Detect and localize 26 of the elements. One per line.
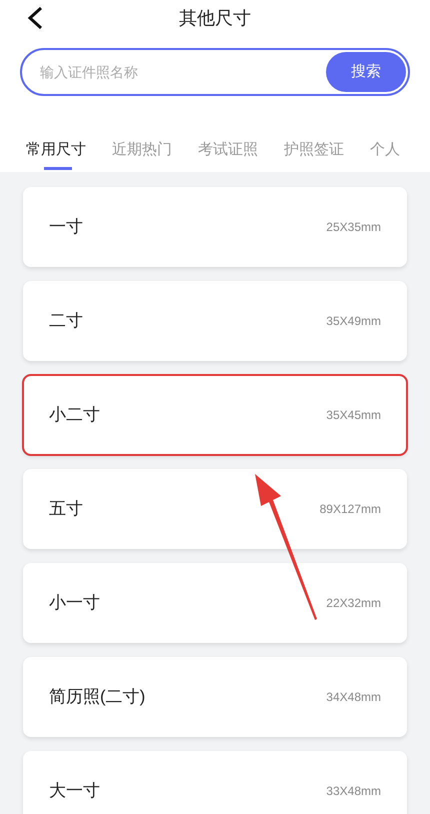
size-card[interactable]: 简历照(二寸) 34X48mm [23,657,407,737]
size-name: 小一寸 [49,592,100,614]
size-card[interactable]: 二寸 35X49mm [23,281,407,361]
size-dimensions: 25X35mm [326,219,381,236]
size-dimensions: 89X127mm [320,501,381,518]
size-dimensions: 35X49mm [326,313,381,330]
search-button[interactable]: 搜索 [326,52,406,92]
size-name: 一寸 [49,216,83,238]
size-card[interactable]: 五寸 89X127mm [23,469,407,549]
size-card[interactable]: 一寸 25X35mm [23,187,407,267]
size-card[interactable]: 大一寸 33X48mm [23,751,407,814]
size-card[interactable]: 小一寸 22X32mm [23,563,407,643]
size-name: 简历照(二寸) [49,686,146,708]
page-title: 其他尺寸 [179,6,251,30]
back-icon[interactable] [26,6,44,30]
size-dimensions: 35X45mm [326,407,381,424]
size-dimensions: 34X48mm [326,689,381,706]
size-name: 二寸 [49,310,83,332]
size-dimensions: 22X32mm [326,595,381,612]
size-dimensions: 33X48mm [326,783,381,800]
search-field[interactable]: 输入证件照名称 搜索 [20,48,410,96]
size-name: 五寸 [49,498,83,520]
tab[interactable]: 常用尺寸 [26,130,86,170]
size-card[interactable]: 小二寸 35X45mm [23,375,407,455]
size-name: 小二寸 [49,404,100,426]
size-name: 大一寸 [49,780,100,802]
